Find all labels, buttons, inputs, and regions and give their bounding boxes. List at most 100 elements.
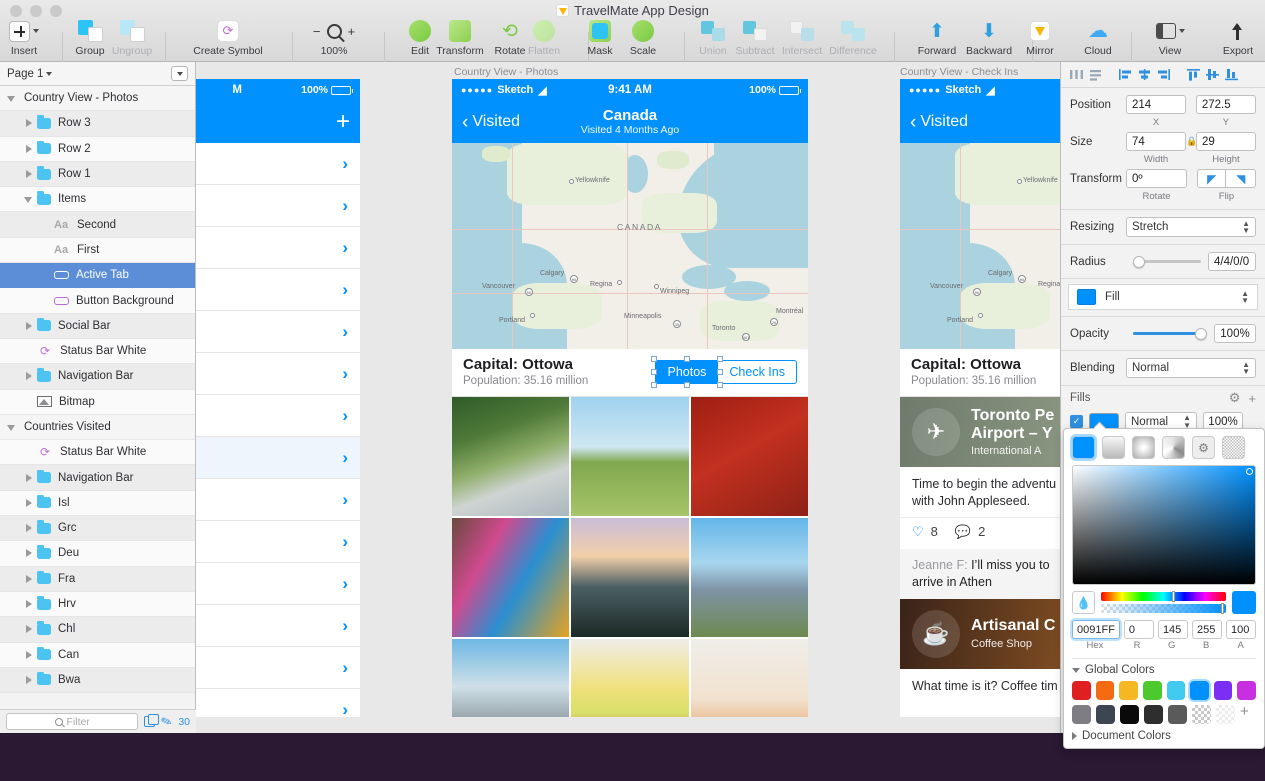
list-item[interactable]: ›: [196, 437, 360, 479]
blue-input[interactable]: 255: [1191, 620, 1222, 639]
list-item[interactable]: ›: [196, 563, 360, 605]
eyedropper-icon[interactable]: 💧: [1072, 591, 1095, 614]
color-picker-popover[interactable]: ⚙ 💧 0091FF 0 145 255 100 Hex R G B A Glo…: [1063, 428, 1265, 749]
global-color-swatch[interactable]: [1144, 705, 1163, 724]
zoom-out-button[interactable]: −: [313, 24, 321, 39]
layer-row[interactable]: Social Bar: [0, 313, 195, 339]
global-color-swatch[interactable]: [1096, 705, 1115, 724]
selection-handle[interactable]: [717, 382, 724, 388]
fill-swatch[interactable]: [1077, 289, 1096, 305]
global-color-swatch[interactable]: [1190, 681, 1209, 700]
global-colors-header[interactable]: Global Colors: [1072, 664, 1256, 676]
layer-row[interactable]: Deu: [0, 541, 195, 567]
flip-horizontal-button[interactable]: ◤: [1196, 169, 1227, 188]
layer-row[interactable]: Items: [0, 187, 195, 213]
solid-fill-icon[interactable]: [1072, 436, 1095, 459]
photo-thumbnail[interactable]: [571, 639, 689, 717]
twisty-right-icon[interactable]: [23, 497, 34, 508]
filter-input[interactable]: Filter: [6, 713, 139, 730]
noise-fill-icon[interactable]: [1222, 436, 1245, 459]
artboard-label-checkins[interactable]: Country View - Check Ins: [900, 66, 1018, 78]
pattern-fill-icon[interactable]: ⚙: [1192, 436, 1215, 459]
global-color-swatch[interactable]: [1237, 681, 1256, 700]
selection-handle[interactable]: [717, 356, 724, 362]
global-color-swatch[interactable]: [1166, 681, 1186, 700]
twisty-right-icon[interactable]: [23, 169, 34, 180]
page-options-button[interactable]: [171, 66, 188, 81]
twisty-right-icon[interactable]: [23, 523, 34, 534]
twisty-right-icon[interactable]: [23, 548, 34, 559]
align-top-icon[interactable]: [1185, 66, 1202, 83]
toolbar-mirror[interactable]: Mirror: [1016, 18, 1064, 57]
country-row-list[interactable]: › › › › › › › › › › › › › › ›: [196, 143, 360, 717]
back-button[interactable]: ‹ Visited: [462, 113, 520, 132]
height-input[interactable]: 29: [1196, 132, 1256, 151]
toolbar-ungroup[interactable]: Ungroup: [102, 18, 162, 57]
twisty-down-icon[interactable]: [23, 194, 34, 205]
zoom-in-button[interactable]: +: [348, 24, 356, 39]
list-item[interactable]: ›: [196, 479, 360, 521]
toolbar-flatten[interactable]: Flatten: [516, 18, 572, 57]
align-left-icon[interactable]: [1117, 66, 1134, 83]
layer-row[interactable]: Active Tab: [0, 263, 195, 289]
green-input[interactable]: 145: [1157, 620, 1188, 639]
list-item[interactable]: ›: [196, 143, 360, 185]
list-item[interactable]: ›: [196, 647, 360, 689]
photo-thumbnail[interactable]: [452, 639, 570, 717]
add-button[interactable]: +: [336, 110, 350, 134]
selection-handle[interactable]: [684, 356, 691, 362]
radius-slider[interactable]: [1133, 255, 1201, 268]
layer-row[interactable]: Hrv: [0, 591, 195, 618]
layer-row[interactable]: Bwa: [0, 667, 195, 694]
heart-icon[interactable]: ♡: [912, 524, 924, 540]
layer-row[interactable]: ⟳ Status Bar White: [0, 440, 195, 466]
list-item[interactable]: ›: [196, 311, 360, 353]
checkin-banner-airport[interactable]: ✈ Toronto Pe Airport – Y International A: [900, 397, 1060, 467]
document-colors-header[interactable]: Document Colors: [1072, 730, 1256, 742]
artboard-countries-visited[interactable]: M 100% Map + › › › › › › › › › ›: [196, 79, 360, 717]
layer-row[interactable]: Button Background: [0, 288, 195, 314]
align-bottom-icon[interactable]: [1223, 66, 1240, 83]
layer-row[interactable]: Bitmap: [0, 389, 195, 415]
position-y-input[interactable]: 272.5: [1195, 95, 1257, 114]
photo-thumbnail[interactable]: [571, 518, 689, 637]
layer-row[interactable]: ⟳ Status Bar White: [0, 338, 195, 365]
global-color-swatch[interactable]: [1072, 705, 1091, 724]
align-right-icon[interactable]: [1155, 66, 1172, 83]
toolbar-export[interactable]: Export: [1210, 18, 1265, 57]
map-view[interactable]: Yellowknife Calgary 90 Vancouver 90 Regi…: [900, 143, 1060, 349]
radial-gradient-icon[interactable]: [1132, 436, 1155, 459]
photo-grid[interactable]: [452, 397, 808, 717]
twisty-right-icon[interactable]: [23, 472, 34, 483]
distribute-vertically-icon[interactable]: [1087, 66, 1104, 83]
layer-list[interactable]: Country View - Photos Row 3 Row 2 Row 1 Item…: [0, 86, 195, 708]
twisty-right-icon[interactable]: [23, 371, 34, 382]
selection-handle[interactable]: [684, 382, 691, 388]
list-item[interactable]: ›: [196, 185, 360, 227]
list-item[interactable]: ›: [196, 227, 360, 269]
add-fill-button[interactable]: +: [1248, 391, 1256, 406]
chevron-updown-icon[interactable]: ▲ ▼: [1241, 289, 1249, 304]
toolbar-backward[interactable]: ⬇ Backward: [958, 18, 1020, 58]
twisty-right-icon[interactable]: [23, 674, 34, 685]
blending-select[interactable]: Normal ▲ ▼: [1126, 358, 1256, 378]
selection-handle[interactable]: [717, 369, 724, 375]
fill-type-buttons[interactable]: ⚙: [1072, 436, 1256, 459]
layer-row[interactable]: Grc: [0, 516, 195, 542]
global-color-swatch[interactable]: [1213, 681, 1233, 700]
layer-row[interactable]: Navigation Bar: [0, 465, 195, 491]
color-cursor[interactable]: [1246, 468, 1253, 475]
layer-row[interactable]: Row 1: [0, 161, 195, 188]
artboard-country-view-photos[interactable]: ●●●●● Sketch ◢ 9:41 AM 100% ‹ Visited Ca…: [452, 79, 808, 717]
twisty-right-icon[interactable]: [23, 143, 34, 154]
fill-summary-row[interactable]: Fill ▲ ▼: [1068, 284, 1258, 310]
canvas[interactable]: M 100% Map + › › › › › › › › › ›: [196, 62, 1060, 733]
photo-thumbnail[interactable]: [452, 518, 570, 637]
toolbar-scale[interactable]: Scale: [618, 18, 668, 57]
photo-thumbnail[interactable]: [571, 397, 689, 516]
artboard-country-view-check-ins[interactable]: ●●●●● Sketch ◢ 9 ‹ Visited C Visited: [900, 79, 1060, 717]
map-view[interactable]: Yellowknife CANADA Calgary 90 Vancouver …: [452, 143, 808, 349]
global-color-swatch[interactable]: [1095, 681, 1115, 700]
saturation-brightness-area[interactable]: [1072, 465, 1256, 585]
fill-enabled-checkbox[interactable]: ✓: [1070, 415, 1083, 428]
